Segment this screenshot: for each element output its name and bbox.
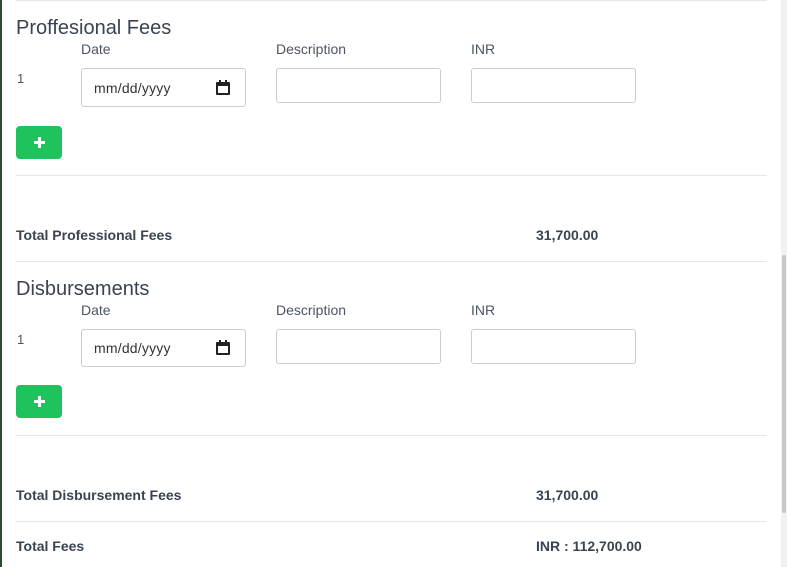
disbursement-date-input[interactable]: mm/dd/yyyy: [81, 329, 246, 367]
disbursement-description-input[interactable]: [276, 329, 441, 364]
divider: [16, 175, 767, 176]
divider: [16, 521, 767, 522]
column-label-inr: INR: [471, 302, 496, 318]
column-label-description: Description: [276, 41, 347, 57]
total-professional-fees-value: 31,700.00: [536, 227, 599, 243]
total-fees-label: Total Fees: [16, 538, 85, 554]
add-disbursement-button[interactable]: [16, 385, 62, 418]
professional-inr-input[interactable]: [471, 68, 636, 103]
column-label-description: Description: [276, 302, 347, 318]
calendar-icon[interactable]: [215, 340, 231, 356]
total-disbursement-fees-label: Total Disbursement Fees: [16, 487, 182, 503]
add-professional-fee-button[interactable]: [16, 126, 62, 159]
divider: [16, 0, 767, 1]
column-label-date: Date: [81, 302, 111, 318]
total-professional-fees-label: Total Professional Fees: [16, 227, 173, 243]
date-placeholder: mm/dd/yyyy: [94, 79, 171, 96]
column-label-inr: INR: [471, 41, 496, 57]
section-title-professional-fees: Proffesional Fees: [16, 17, 172, 39]
row-number: 1: [17, 332, 25, 347]
professional-date-input[interactable]: mm/dd/yyyy: [81, 68, 246, 107]
divider: [16, 261, 767, 262]
section-title-disbursements: Disbursements: [16, 278, 150, 300]
row-number: 1: [17, 71, 25, 86]
total-disbursement-fees-value: 31,700.00: [536, 487, 599, 503]
disbursement-inr-input[interactable]: [471, 329, 636, 364]
professional-description-input[interactable]: [276, 68, 441, 103]
total-fees-value: INR : 112,700.00: [536, 538, 642, 554]
plus-icon: [33, 137, 45, 148]
plus-icon: [33, 396, 45, 407]
divider: [16, 435, 767, 436]
column-label-date: Date: [81, 41, 111, 57]
date-placeholder: mm/dd/yyyy: [94, 340, 171, 356]
scrollbar-thumb[interactable]: [782, 255, 786, 513]
calendar-icon[interactable]: [215, 79, 231, 96]
